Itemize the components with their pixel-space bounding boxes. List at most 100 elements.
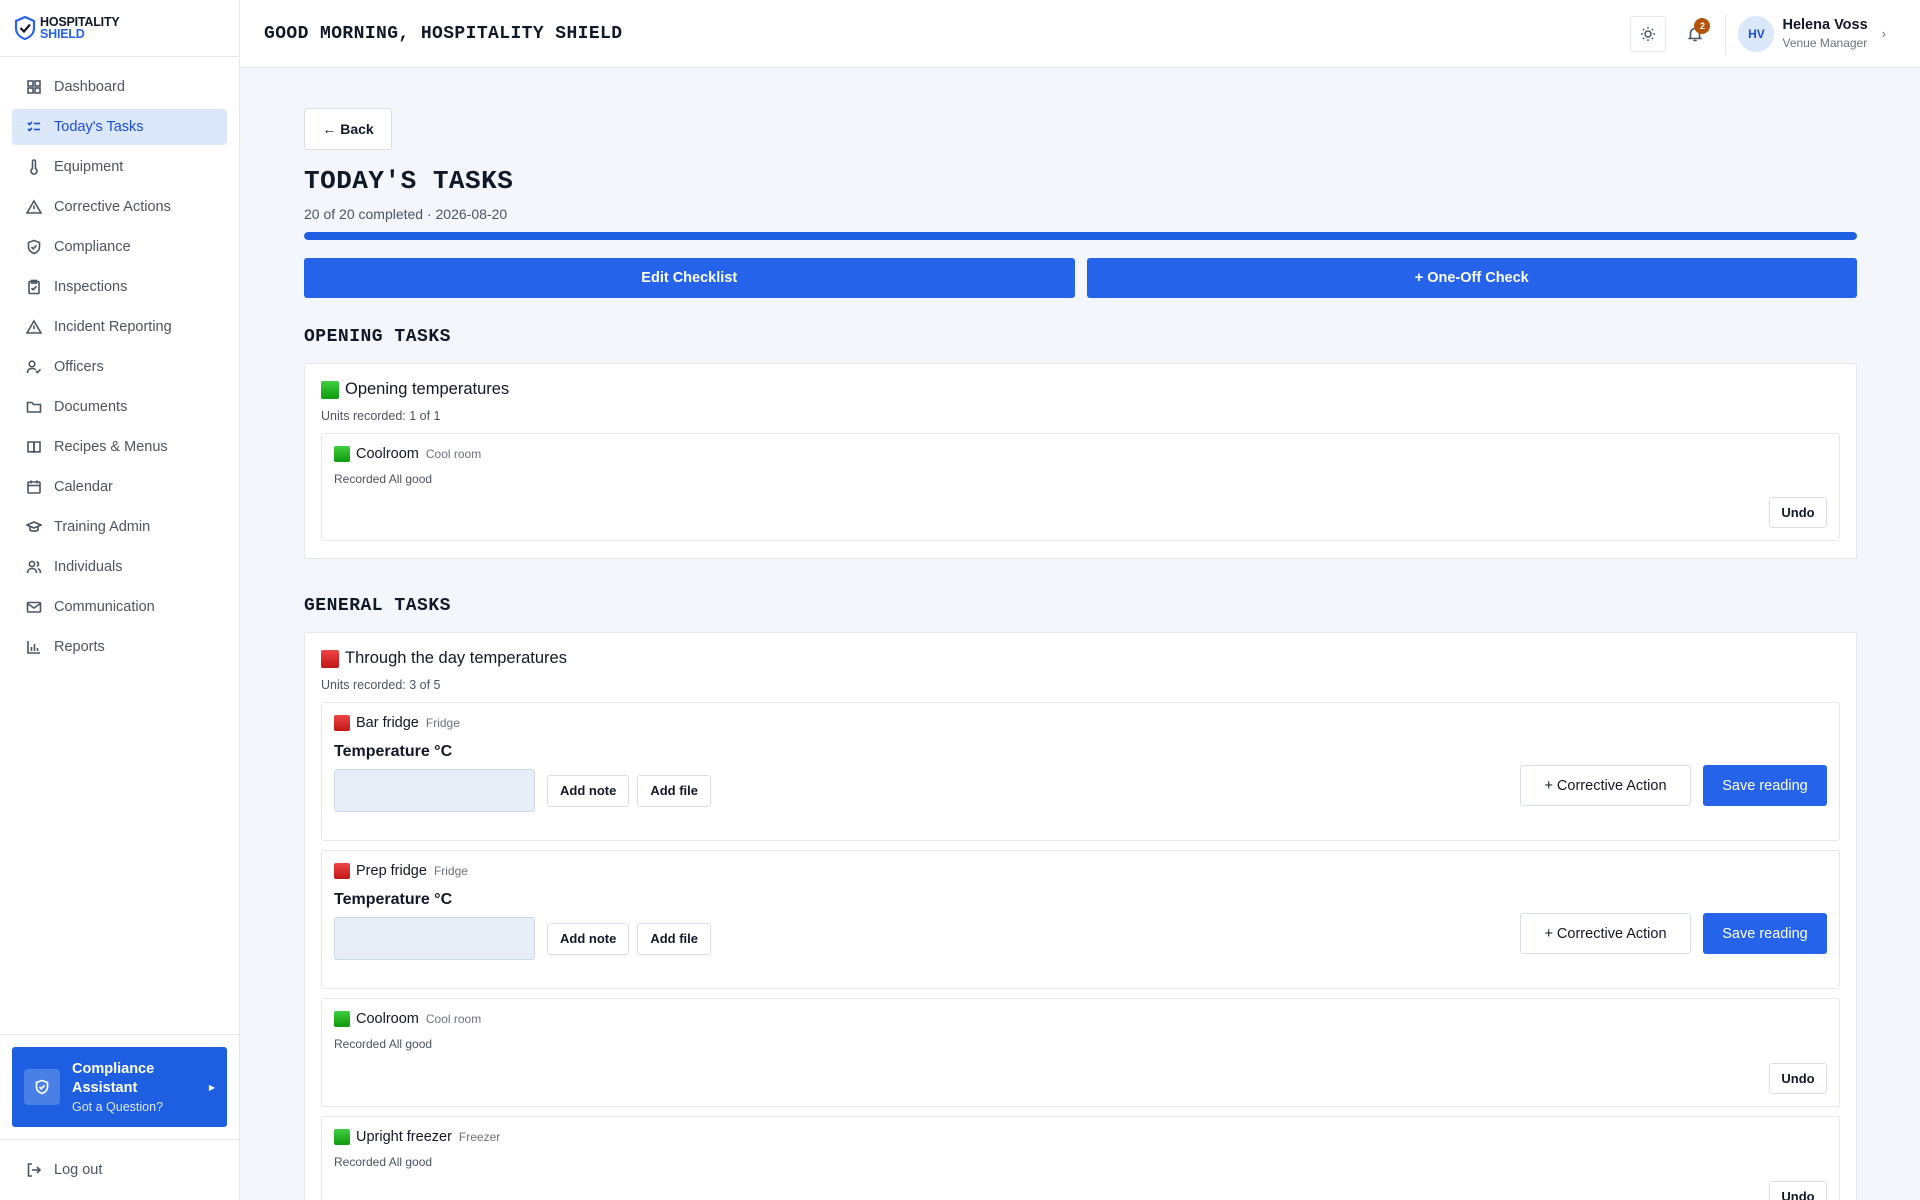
unit-type: Fridge	[425, 716, 460, 730]
sidebar-item-communication[interactable]: Communication	[12, 589, 227, 625]
status-green-icon	[334, 446, 350, 462]
warning-icon	[26, 199, 42, 215]
unit-name: Upright freezer	[356, 1129, 452, 1145]
user-menu[interactable]: HV Helena Voss Venue Manager ›	[1738, 15, 1886, 52]
top-bar: GOOD MORNING, HOSPITALITY SHIELD 2 HV He…	[240, 0, 1920, 68]
chevron-right-icon: ›	[1881, 26, 1886, 41]
users-icon	[26, 559, 42, 575]
sidebar-item-corrective-actions[interactable]: Corrective Actions	[12, 189, 227, 225]
sidebar-item-todays-tasks[interactable]: Today's Tasks	[12, 109, 227, 145]
sidebar-item-label: Reports	[54, 639, 105, 655]
add-file-button[interactable]: Add file	[637, 774, 711, 807]
corrective-action-button[interactable]: + Corrective Action	[1520, 913, 1691, 954]
sidebar-item-recipes-menus[interactable]: Recipes & Menus	[12, 429, 227, 465]
sidebar-item-label: Incident Reporting	[54, 319, 172, 335]
undo-button[interactable]: Undo	[1769, 1063, 1827, 1094]
undo-button[interactable]: Undo	[1769, 497, 1827, 528]
sidebar-item-label: Corrective Actions	[54, 199, 171, 215]
checklist-icon	[26, 119, 42, 135]
sidebar-item-training-admin[interactable]: Training Admin	[12, 509, 227, 545]
compliance-assistant-button[interactable]: Compliance Assistant Got a Question? ▶	[12, 1047, 227, 1127]
sidebar-item-label: Documents	[54, 399, 128, 415]
sidebar-item-individuals[interactable]: Individuals	[12, 549, 227, 585]
recorded-status: Recorded All good	[334, 1037, 433, 1051]
page-title: TODAY'S TASKS	[304, 166, 514, 196]
undo-button[interactable]: Undo	[1769, 1181, 1827, 1200]
shield-icon	[24, 1069, 60, 1105]
unit-name: Bar fridge	[356, 715, 419, 731]
sidebar-item-reports[interactable]: Reports	[12, 629, 227, 665]
sidebar-item-label: Today's Tasks	[54, 119, 144, 135]
greeting: GOOD MORNING, HOSPITALITY SHIELD	[264, 23, 623, 44]
folder-icon	[26, 399, 42, 415]
temperature-label: Temperature °C	[334, 743, 453, 760]
caret-right-icon: ▶	[208, 1082, 215, 1092]
save-reading-button[interactable]: Save reading	[1703, 765, 1827, 806]
thermometer-icon	[26, 159, 42, 175]
logout-section: Log out	[0, 1139, 239, 1200]
brand-logo[interactable]: HOSPITALITY SHIELD	[0, 0, 239, 57]
add-file-button[interactable]: Add file	[637, 922, 711, 955]
one-off-check-button[interactable]: + One-Off Check	[1086, 258, 1857, 298]
shield-check-icon	[26, 239, 42, 255]
unit-type: Cool room	[425, 1012, 482, 1026]
section-title-opening: OPENING TASKS	[304, 327, 451, 347]
shield-logo-icon	[14, 16, 36, 40]
user-name: Helena Voss	[1782, 17, 1868, 33]
temperature-label: Temperature °C	[334, 891, 453, 908]
mail-icon	[26, 599, 42, 615]
save-reading-button[interactable]: Save reading	[1703, 913, 1827, 954]
temperature-input[interactable]	[334, 917, 535, 960]
task-card-general: Through the day temperatures Units recor…	[304, 632, 1857, 1200]
progress-bar	[304, 232, 1857, 240]
add-note-button[interactable]: Add note	[547, 774, 630, 807]
add-note-button[interactable]: Add note	[547, 922, 630, 955]
sidebar-item-dashboard[interactable]: Dashboard	[12, 69, 227, 105]
sidebar-item-officers[interactable]: Officers	[12, 349, 227, 385]
sidebar-item-incident-reporting[interactable]: Incident Reporting	[12, 309, 227, 345]
status-red-icon	[334, 863, 350, 879]
sidebar-item-label: Individuals	[54, 559, 123, 575]
unit-name: Coolroom	[356, 446, 419, 462]
edit-checklist-button[interactable]: Edit Checklist	[304, 258, 1075, 298]
sidebar-item-documents[interactable]: Documents	[12, 389, 227, 425]
unit-row: Upright freezer Freezer Recorded All goo…	[321, 1116, 1840, 1200]
task-title: Opening temperatures	[345, 380, 510, 398]
sidebar-item-label: Training Admin	[54, 519, 151, 535]
temperature-input[interactable]	[334, 769, 535, 812]
unit-row: Coolroom Cool room Recorded All good Und…	[321, 998, 1840, 1107]
back-label: Back	[340, 121, 374, 137]
sidebar-item-inspections[interactable]: Inspections	[12, 269, 227, 305]
logout-button[interactable]: Log out	[12, 1152, 227, 1188]
sidebar-item-equipment[interactable]: Equipment	[12, 149, 227, 185]
sidebar-item-label: Dashboard	[54, 79, 125, 95]
theme-toggle-button[interactable]	[1630, 15, 1667, 52]
unit-row: Prep fridge Fridge Temperature °C Add no…	[321, 850, 1840, 989]
divider	[1725, 13, 1727, 54]
unit-row: Bar fridge Fridge Temperature °C Add not…	[321, 702, 1840, 841]
corrective-action-button[interactable]: + Corrective Action	[1520, 765, 1691, 806]
logout-label: Log out	[54, 1162, 103, 1178]
sidebar-item-label: Communication	[54, 599, 155, 615]
sidebar-item-compliance[interactable]: Compliance	[12, 229, 227, 265]
assistant-title: Compliance Assistant	[72, 1061, 155, 1096]
task-card-opening: Opening temperatures Units recorded: 1 o…	[304, 363, 1857, 559]
sidebar-item-label: Inspections	[54, 279, 128, 295]
user-role: Venue Manager	[1782, 36, 1868, 50]
units-recorded: Units recorded: 1 of 1	[321, 409, 441, 423]
alert-triangle-icon	[26, 319, 42, 335]
unit-type: Fridge	[433, 864, 468, 878]
sidebar-item-calendar[interactable]: Calendar	[12, 469, 227, 505]
units-recorded: Units recorded: 3 of 5	[321, 678, 441, 692]
task-title: Through the day temperatures	[345, 649, 567, 667]
sidebar: HOSPITALITY SHIELD Dashboard Today's Tas…	[0, 0, 240, 1200]
sidebar-item-label: Recipes & Menus	[54, 439, 168, 455]
avatar: HV	[1738, 15, 1775, 52]
back-button[interactable]: ← Back	[304, 108, 392, 150]
arrow-left-icon: ←	[322, 121, 341, 137]
progress-fill	[304, 232, 1857, 240]
bar-chart-icon	[26, 639, 42, 655]
completion-summary: 20 of 20 completed · 2026-08-20	[304, 206, 508, 222]
unit-type: Freezer	[458, 1130, 501, 1144]
notifications-button[interactable]: 2	[1677, 16, 1713, 52]
